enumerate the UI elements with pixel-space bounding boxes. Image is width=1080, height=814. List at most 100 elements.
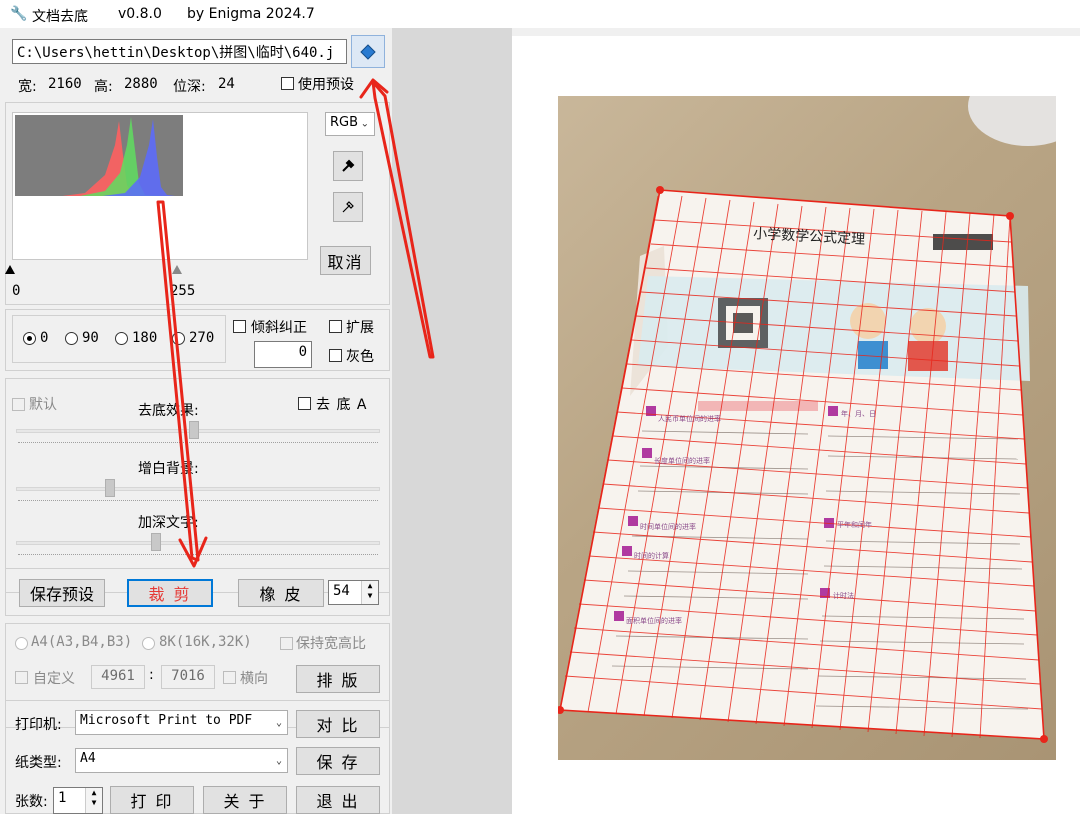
save-button[interactable]: 保 存 xyxy=(296,747,380,775)
exit-button[interactable]: 退 出 xyxy=(296,786,380,814)
depth-value: 24 xyxy=(218,76,235,92)
remove-effect-label: 去底效果: xyxy=(138,403,199,419)
count-label: 张数: xyxy=(15,794,48,810)
section-6: 年、月、日 xyxy=(841,409,876,418)
about-button[interactable]: 关 于 xyxy=(203,786,287,814)
max-level-label: 255 xyxy=(170,283,196,299)
section-2: 长度单位间的进率 xyxy=(654,456,710,465)
default-label: 默认 xyxy=(29,397,57,413)
expand-label: 扩展 xyxy=(346,320,374,336)
whiten-bg-slider[interactable] xyxy=(104,479,115,497)
file-path-input[interactable]: C:\Users\hettin\Desktop\拼图\临时\640.j xyxy=(12,39,347,64)
section-1: 人民币单位间的进率 xyxy=(658,414,721,423)
remove-bg-a-label: 去 底 A xyxy=(316,397,368,413)
printer-label: 打印机: xyxy=(15,717,62,733)
count-spinner[interactable]: ▲ ▼ xyxy=(85,788,102,813)
eraser-size-input[interactable]: 54 ▲ ▼ xyxy=(328,580,379,605)
print-button[interactable]: 打 印 xyxy=(110,786,194,814)
remove-effect-ticks xyxy=(18,442,378,444)
custom-separator: : xyxy=(149,667,154,683)
paper-type-label: 纸类型: xyxy=(15,755,62,771)
keep-ratio-label: 保持宽高比 xyxy=(296,636,366,652)
remove-bg-a-checkbox[interactable] xyxy=(298,397,311,410)
depth-label: 位深: xyxy=(173,79,206,95)
section-5: 面积单位间的进率 xyxy=(626,616,682,625)
layout-button[interactable]: 排 版 xyxy=(296,665,380,693)
histogram-chart xyxy=(15,115,183,197)
landscape-label: 横向 xyxy=(240,671,268,687)
height-label: 高: xyxy=(94,79,113,95)
count-input[interactable]: 1 ▲ ▼ xyxy=(53,787,103,814)
eyedropper-filled-icon xyxy=(342,159,355,172)
deskew-label: 倾斜纠正 xyxy=(251,320,307,336)
custom-label: 自定义 xyxy=(33,671,75,687)
rotate-0-radio[interactable] xyxy=(23,332,36,345)
default-checkbox[interactable] xyxy=(12,398,25,411)
document-photo: 小学数学公式定理 人民币单位间的进率 长度单位间的进率 时间单位间的进率 时间的… xyxy=(558,96,1056,743)
section-7: 平年和闰年 xyxy=(837,520,872,529)
section-4: 时间的计算 xyxy=(634,551,669,560)
use-preset-checkbox[interactable] xyxy=(281,77,294,90)
compare-button[interactable]: 对 比 xyxy=(296,710,380,738)
crop-button[interactable]: 裁 剪 xyxy=(127,579,213,607)
gray-label: 灰色 xyxy=(346,349,374,365)
k8-radio[interactable] xyxy=(142,637,155,650)
control-panel: C:\Users\hettin\Desktop\拼图\临时\640.j 宽: 2… xyxy=(0,28,392,814)
a4-radio[interactable] xyxy=(15,637,28,650)
rotate-0-label: 0 xyxy=(40,330,49,346)
eyedropper-outline-button[interactable] xyxy=(333,192,363,222)
landscape-checkbox[interactable] xyxy=(223,671,236,684)
preview-gutter xyxy=(392,28,512,814)
max-level-handle[interactable] xyxy=(172,265,182,274)
eraser-size-spinner[interactable]: ▲ ▼ xyxy=(361,581,378,604)
printer-select[interactable]: Microsoft Print to PDF ⌄ xyxy=(75,710,288,735)
min-level-handle[interactable] xyxy=(5,265,15,274)
whiten-bg-ticks xyxy=(18,500,378,502)
section-3: 时间单位间的进率 xyxy=(640,522,696,531)
gray-checkbox[interactable] xyxy=(329,349,342,362)
eyedropper-button[interactable] xyxy=(333,151,363,181)
custom-width-input[interactable]: 4961 xyxy=(91,665,145,689)
app-name: 文档去底 xyxy=(32,9,88,25)
keep-ratio-checkbox[interactable] xyxy=(280,637,293,650)
custom-checkbox[interactable] xyxy=(15,671,28,684)
use-preset-label: 使用预设 xyxy=(298,77,354,93)
whiten-bg-track xyxy=(16,487,380,491)
rotate-90-label: 90 xyxy=(82,330,99,346)
photo-preview[interactable]: 小学数学公式定理 人民币单位间的进率 长度单位间的进率 时间单位间的进率 时间的… xyxy=(558,96,1056,760)
height-value: 2880 xyxy=(124,76,158,92)
rotate-90-radio[interactable] xyxy=(65,332,78,345)
width-label: 宽: xyxy=(18,79,37,95)
histogram-view xyxy=(12,112,308,260)
channel-select[interactable]: RGB ⌄ xyxy=(325,112,375,136)
app-author: by Enigma 2024.7 xyxy=(187,6,315,22)
custom-height-input[interactable]: 7016 xyxy=(161,665,215,689)
k8-label: 8K(16K,32K) xyxy=(159,634,252,650)
app-icon: 🔧 xyxy=(10,6,28,22)
a4-label: A4(A3,B4,B3) xyxy=(31,634,133,650)
width-value: 2160 xyxy=(48,76,82,92)
cancel-button[interactable]: 取消 xyxy=(320,246,371,275)
app-version: v0.8.0 xyxy=(118,6,162,22)
darken-text-slider[interactable] xyxy=(150,533,161,551)
rotate-180-radio[interactable] xyxy=(115,332,128,345)
chevron-down-icon: ⌄ xyxy=(275,755,282,766)
deskew-checkbox[interactable] xyxy=(233,320,246,333)
angle-input[interactable]: 0 xyxy=(254,341,312,368)
whiten-bg-label: 增白背景: xyxy=(138,461,199,477)
expand-checkbox[interactable] xyxy=(329,320,342,333)
save-preset-button[interactable]: 保存预设 xyxy=(19,579,105,607)
rotate-270-radio[interactable] xyxy=(172,332,185,345)
eyedropper-outline-icon xyxy=(342,201,354,213)
open-file-button[interactable] xyxy=(351,35,385,68)
chevron-down-icon: ⌄ xyxy=(360,118,369,130)
eraser-button[interactable]: 橡 皮 xyxy=(238,579,324,607)
title-bar: 🔧 文档去底 v0.8.0 by Enigma 2024.7 xyxy=(0,0,1080,28)
section-8: 计时法 xyxy=(833,591,854,600)
remove-effect-slider[interactable] xyxy=(189,421,200,439)
darken-text-ticks xyxy=(18,554,378,556)
paper-type-select[interactable]: A4 ⌄ xyxy=(75,748,288,773)
chevron-down-icon: ⌄ xyxy=(275,717,282,728)
darken-text-label: 加深文字: xyxy=(138,515,199,531)
darken-text-track xyxy=(16,541,380,545)
